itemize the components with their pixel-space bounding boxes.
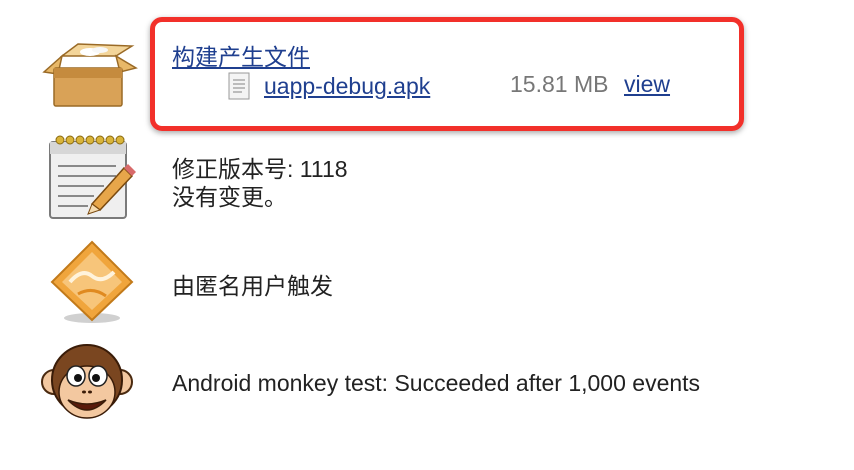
package-icon — [42, 43, 138, 107]
artifact-file-link[interactable]: uapp-debug.apk — [264, 73, 430, 100]
notepad-icon — [49, 135, 136, 219]
no-changes-text: 没有变更。 — [172, 184, 287, 210]
artifact-view-link[interactable]: view — [624, 70, 670, 99]
trigger-cause-text: 由匿名用户触发 — [172, 273, 333, 299]
artifacts-link[interactable]: 构建产生文件 — [172, 38, 310, 72]
artifact-file-size: 15.81 MB — [510, 71, 609, 97]
monkey-icon — [41, 344, 133, 419]
monkey-test-result-text: Android monkey test: Succeeded after 1,0… — [172, 370, 701, 396]
user-trigger-icon — [50, 240, 134, 323]
artifact-file-row: uapp-debug.apk — [228, 70, 430, 102]
document-icon — [228, 72, 250, 100]
